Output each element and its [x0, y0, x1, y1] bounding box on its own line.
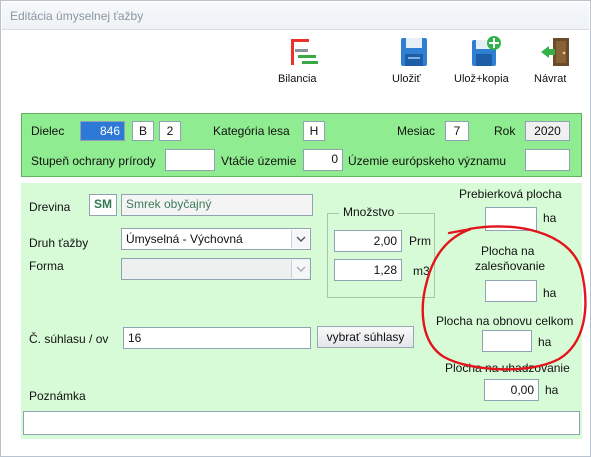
drevina-name-field: Smrek obyčajný	[121, 194, 313, 216]
druh-label: Druh ťažby	[29, 236, 89, 250]
druh-select[interactable]: Úmyselná - Výchovná	[121, 228, 311, 250]
exit-door-icon	[534, 35, 578, 69]
toolbar: Bilancia Uložiť Ulož+kopia Návrat	[2, 31, 589, 101]
druh-value: Úmyselná - Výchovná	[126, 232, 243, 246]
forma-label: Forma	[29, 259, 64, 273]
vybrat-suhlasy-button[interactable]: vybrať súhlasy	[317, 326, 414, 348]
floppy-disk-plus-icon	[454, 35, 516, 69]
dielec-input[interactable]: 846	[80, 121, 125, 141]
ha-unit: ha	[543, 211, 557, 225]
prebierkova-input[interactable]	[485, 207, 537, 231]
vtacie-label: Vtáčie územie	[221, 154, 297, 168]
drevina-label: Drevina	[29, 200, 71, 214]
mnozstvo-group	[327, 213, 435, 298]
zalesnovanie-label-2: zalesňovanie	[475, 259, 546, 273]
dielec-letter-input[interactable]: B	[132, 121, 154, 141]
navrat-label: Návrat	[534, 73, 567, 85]
kategoria-input[interactable]: H	[303, 121, 325, 141]
chevron-down-icon[interactable]	[291, 230, 309, 248]
prebierkova-label: Prebierková plocha	[459, 187, 562, 201]
obnova-label: Plocha na obnovu celkom	[436, 314, 574, 328]
poznamka-label: Poznámka	[29, 389, 86, 403]
suhlas-label: Č. súhlasu / ov	[29, 332, 109, 346]
vtacie-input[interactable]: 0	[303, 149, 343, 171]
rok-label: Rok	[494, 124, 516, 138]
m3-unit: m3	[413, 264, 430, 278]
zalesnovanie-label-1: Plocha na	[481, 244, 535, 258]
save-label: Uložiť	[392, 73, 421, 85]
obnova-input[interactable]	[482, 330, 532, 352]
suhlas-input[interactable]: 16	[123, 327, 311, 349]
floppy-disk-icon	[392, 35, 436, 69]
uhadzovanie-label: Plocha na uhadzovanie	[445, 361, 570, 375]
zalesnovanie-input[interactable]	[485, 280, 537, 302]
save-copy-button[interactable]: Ulož+kopia	[454, 35, 516, 85]
mesiac-label: Mesiac	[397, 124, 436, 138]
bilancia-label: Bilancia	[278, 73, 317, 85]
drevina-code-input[interactable]: SM	[89, 194, 117, 216]
bilancia-icon	[278, 35, 328, 69]
poznamka-input[interactable]	[23, 411, 580, 435]
prm-unit: Prm	[409, 234, 431, 248]
dielec-label: Dielec	[31, 124, 65, 138]
ha-unit: ha	[543, 286, 557, 300]
uzemie-input[interactable]	[525, 149, 570, 171]
forma-select[interactable]	[121, 258, 311, 280]
prm-input[interactable]: 2,00	[334, 230, 402, 252]
window-title: Editácia úmyselnej ťažby	[2, 2, 589, 30]
stupen-input[interactable]	[165, 149, 215, 171]
bilancia-button[interactable]: Bilancia	[278, 35, 328, 85]
ha-unit: ha	[538, 335, 552, 349]
m3-input[interactable]: 1,28	[334, 259, 402, 281]
ha-unit: ha	[545, 383, 559, 397]
uhadzovanie-input[interactable]: 0,00	[484, 379, 539, 401]
chevron-down-icon[interactable]	[291, 260, 309, 278]
mnozstvo-label: Množstvo	[339, 205, 399, 219]
navrat-button[interactable]: Návrat	[534, 35, 578, 85]
save-button[interactable]: Uložiť	[392, 35, 436, 85]
dielec-number-input[interactable]: 2	[159, 121, 181, 141]
mesiac-input[interactable]: 7	[445, 121, 469, 141]
edit-window: Editácia úmyselnej ťažby Bilancia Uložiť…	[0, 0, 591, 457]
kategoria-label: Kategória lesa	[213, 124, 290, 138]
rok-input[interactable]: 2020	[525, 121, 570, 141]
stupen-label: Stupeň ochrany prírody	[31, 154, 156, 168]
uzemie-label: Územie európskeho významu	[348, 154, 507, 168]
save-copy-label: Ulož+kopia	[454, 73, 509, 85]
